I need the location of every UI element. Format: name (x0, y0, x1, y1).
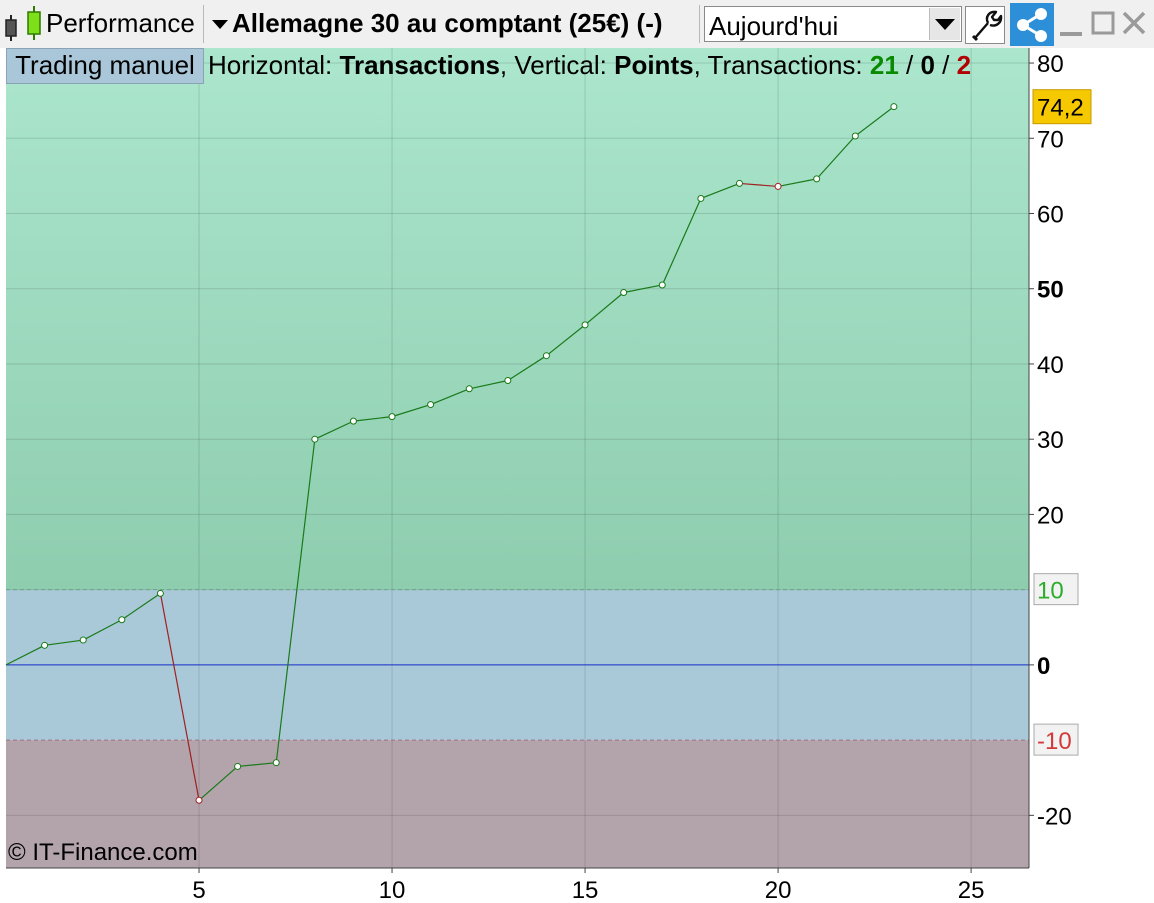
wins-count: 21 (869, 50, 899, 80)
x-tick-label: 25 (958, 877, 985, 903)
transaction-point[interactable] (697, 194, 705, 202)
transaction-point[interactable] (504, 377, 512, 385)
x-tick-label: 5 (192, 877, 205, 903)
transaction-point[interactable] (156, 589, 164, 597)
transaction-point[interactable] (542, 352, 550, 360)
transaction-point[interactable] (774, 182, 782, 190)
vertical-label: Vertical: (514, 50, 607, 80)
last-value-label: 74,2 (1037, 95, 1084, 122)
x-tick-label: 10 (379, 877, 406, 903)
transaction-point[interactable] (118, 616, 126, 624)
transaction-point[interactable] (234, 762, 242, 770)
transactions-label: Transactions: (707, 50, 863, 80)
settings-button[interactable] (965, 6, 1005, 44)
share-icon (1017, 8, 1047, 42)
period-dropdown-button[interactable] (929, 8, 960, 40)
threshold-label: 10 (1037, 578, 1064, 605)
performance-chart[interactable]: -2002030405060708010-1074,25 10 15 20 25 (0, 48, 1154, 903)
transaction-point[interactable] (388, 413, 396, 421)
transaction-point[interactable] (349, 417, 357, 425)
period-select[interactable]: Aujourd'hui (704, 6, 962, 42)
transaction-point[interactable] (41, 641, 49, 649)
neutral-count: 0 (920, 50, 935, 80)
candlestick-icon (5, 6, 41, 41)
vertical-value: Points (614, 50, 694, 80)
transaction-point[interactable] (735, 179, 743, 187)
toolbar: Performance Allemagne 30 au comptant (25… (0, 0, 1154, 48)
y-tick-label: -20 (1037, 803, 1072, 830)
minimize-button[interactable] (1058, 8, 1084, 38)
separator (203, 5, 204, 43)
period-value: Aujourd'hui (709, 11, 839, 41)
transaction-point[interactable] (851, 132, 859, 140)
transaction-point[interactable] (465, 385, 473, 393)
horizontal-value: Transactions (339, 50, 500, 80)
performance-menu[interactable]: Performance (46, 8, 195, 39)
transaction-point[interactable] (195, 796, 203, 804)
y-tick-label: 30 (1037, 427, 1064, 454)
threshold-label: -10 (1037, 728, 1072, 755)
transaction-point[interactable] (272, 759, 280, 767)
losses-count: 2 (956, 50, 972, 80)
transaction-point[interactable] (311, 435, 319, 443)
instrument-dropdown-icon[interactable] (212, 20, 228, 29)
x-axis-panel (0, 868, 1029, 903)
share-button[interactable] (1010, 3, 1054, 46)
copyright-text: © IT-Finance.com (8, 839, 198, 866)
transaction-point[interactable] (79, 636, 87, 644)
wrench-icon (971, 10, 1003, 42)
horizontal-label: Horizontal: (208, 50, 333, 80)
transaction-point[interactable] (658, 281, 666, 289)
chart-info: Horizontal: Transactions, Vertical: Poin… (208, 50, 972, 80)
y-tick-label: 50 (1037, 277, 1064, 304)
transaction-point[interactable] (890, 103, 898, 111)
y-axis-panel (1029, 48, 1154, 903)
y-tick-label: 40 (1037, 352, 1064, 379)
transaction-point[interactable] (581, 321, 589, 329)
x-tick-label: 15 (572, 877, 599, 903)
profit-zone (6, 48, 1029, 590)
x-tick-label: 20 (765, 877, 792, 903)
y-tick-label: 20 (1037, 502, 1064, 529)
separator (699, 5, 700, 43)
transaction-point[interactable] (427, 401, 435, 409)
transaction-point[interactable] (813, 175, 821, 183)
close-button[interactable] (1120, 8, 1148, 38)
transaction-point[interactable] (620, 288, 628, 296)
maximize-button[interactable] (1090, 8, 1116, 38)
chevron-down-icon (935, 19, 955, 30)
y-tick-label: 80 (1037, 51, 1064, 78)
y-tick-label: 70 (1037, 126, 1064, 153)
y-tick-label: 0 (1037, 653, 1050, 680)
manual-trading-button[interactable]: Trading manuel (6, 48, 204, 84)
instrument-selector[interactable]: Allemagne 30 au comptant (25€) (-) (232, 8, 663, 39)
y-tick-label: 60 (1037, 202, 1064, 229)
